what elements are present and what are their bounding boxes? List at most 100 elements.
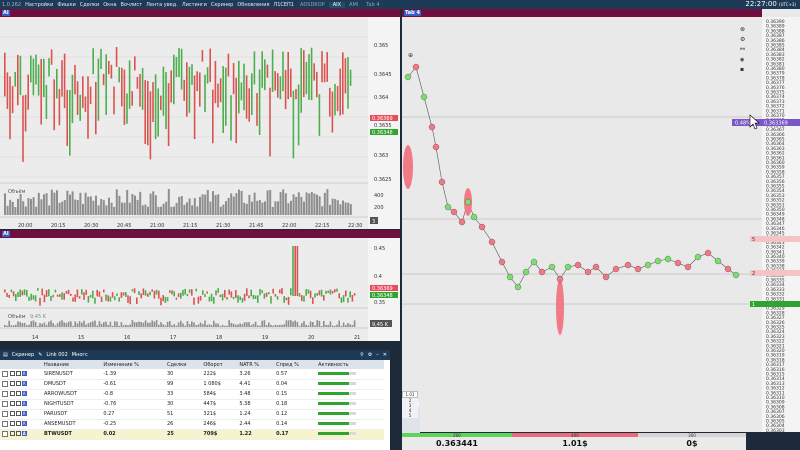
menu-screener[interactable]: Скринер <box>209 2 235 8</box>
chart-icon[interactable] <box>15 431 21 437</box>
col-spread[interactable]: Спред % <box>274 360 317 369</box>
edit-icon[interactable] <box>9 391 15 397</box>
crosshair-icon[interactable]: ⊕ <box>408 52 413 59</box>
ticker-name[interactable]: ARROWUSDT <box>42 389 102 400</box>
menu-account[interactable]: Л1СЕП1 <box>271 2 296 8</box>
candle <box>169 290 171 293</box>
row-checkbox[interactable] <box>2 410 8 417</box>
ticker-name[interactable]: DMUSDT <box>42 379 102 390</box>
table-row[interactable]: A SIRENUSDT -1.39 30 222$ 3.26 0.57 <box>0 369 384 380</box>
menu-chips[interactable]: Фишки <box>55 2 77 8</box>
volume-bar <box>27 198 30 215</box>
candle <box>248 88 250 122</box>
link-selector[interactable]: Link 002 <box>46 352 67 358</box>
edit-icon[interactable] <box>9 411 15 417</box>
footprint-chart-pane[interactable]: Tab 4 0.36390 0.36389 0.36388 0.36387 0.3638… <box>402 9 800 435</box>
edit-icon[interactable]: ✎ <box>38 352 42 358</box>
message-icon[interactable]: ▪ <box>740 66 744 73</box>
daily-candles-svg[interactable]: 0.45 0.4 0.35 0.36369 0.36348 Объём 9,45… <box>0 238 400 341</box>
chart-icon[interactable] <box>15 381 21 387</box>
ticker-name[interactable]: NIGHTUSDT <box>42 399 102 410</box>
tab-4[interactable]: Tab 4 <box>362 2 383 8</box>
ticker-name[interactable]: ANSEMUSDT <box>42 419 102 430</box>
minimize-icon[interactable]: – <box>376 352 379 358</box>
symbol-badge[interactable]: AI <box>2 10 10 16</box>
menu-listings[interactable]: Листинги <box>180 2 209 8</box>
filter-icon[interactable]: ⚲ <box>360 352 364 358</box>
row-checkbox[interactable] <box>2 430 8 437</box>
minute-candles-svg[interactable]: 0.36369 0.36348 0.365 0.3645 0.364 0.363… <box>0 17 400 229</box>
volume-bar <box>195 325 197 327</box>
menu-notifications[interactable]: Лента увед. <box>144 2 180 8</box>
volume-bar <box>279 324 281 327</box>
settings-icon[interactable]: ⚙ <box>740 36 745 43</box>
close-icon[interactable]: ⊗ <box>740 26 745 33</box>
tab-badge[interactable]: Tab 4 <box>404 10 421 16</box>
candle <box>58 88 61 126</box>
col-turnover[interactable]: Оборот <box>201 360 238 369</box>
edit-icon[interactable] <box>9 381 15 387</box>
row-checkbox[interactable] <box>2 380 8 387</box>
edit-icon[interactable] <box>9 421 15 427</box>
volume-bar <box>28 324 30 327</box>
chart-icon[interactable] <box>15 371 21 376</box>
edit-icon[interactable] <box>9 431 15 437</box>
col-change[interactable]: Изменение % <box>101 360 165 369</box>
lot-option[interactable]: 5 <box>402 413 418 418</box>
lot-option[interactable]: 1.01 <box>402 391 418 398</box>
candle <box>87 296 90 303</box>
volume-bar <box>340 325 343 327</box>
ticker-name[interactable]: SIRENUSDT <box>42 369 102 380</box>
volume-bar <box>10 325 13 327</box>
volume-bar <box>253 192 256 215</box>
settings-icon[interactable]: ⚙ <box>368 352 372 358</box>
table-row[interactable]: A ANSEMUSDT -0.25 26 246$ 2.44 0.14 <box>0 419 384 430</box>
volume-bar <box>155 320 158 327</box>
candle <box>213 296 215 304</box>
table-row[interactable]: A NIGHTUSDT -0.76 30 447$ 5.38 0.18 <box>0 399 384 410</box>
ticker-name[interactable]: PARUSDT <box>42 409 102 420</box>
symbol-badge[interactable]: AI <box>2 231 10 237</box>
volume-bar <box>259 325 261 327</box>
table-row[interactable]: A PARUSDT 0.27 51 321$ 1.24 0.12 <box>0 409 384 420</box>
row-checkbox[interactable] <box>2 390 8 397</box>
menu-watchlist[interactable]: Вочлист <box>119 2 145 8</box>
counter-icon[interactable]: ◉ <box>740 57 744 63</box>
row-checkbox[interactable] <box>2 420 8 427</box>
col-name[interactable]: Название <box>42 360 102 369</box>
edit-icon[interactable] <box>9 371 15 376</box>
table-row[interactable]: A DMUSDT -0.61 99 1 080$ 4.41 0.04 <box>0 379 384 390</box>
candle <box>89 86 92 105</box>
tab-ami[interactable]: AMI <box>345 2 362 8</box>
activity-bar <box>318 412 357 415</box>
volume-bar <box>149 193 152 215</box>
chart-icon[interactable] <box>15 411 21 417</box>
chart-icon[interactable] <box>15 391 21 397</box>
footprint-svg[interactable]: 0.363900.363890.363880.363870.363860.363… <box>402 17 800 432</box>
volume-bar <box>164 325 167 327</box>
tab-adsdrop[interactable]: ADSDROP <box>296 2 329 8</box>
col-activity[interactable]: Активность <box>316 360 384 369</box>
row-checkbox[interactable] <box>2 400 8 407</box>
tab-aix[interactable]: AIX <box>328 1 346 8</box>
chart-icon[interactable] <box>15 421 21 427</box>
mode-selector[interactable]: Многс <box>72 352 88 358</box>
candle <box>257 295 259 303</box>
menu-trades[interactable]: Сделки <box>78 2 102 8</box>
daily-chart-pane[interactable]: AI 0.45 0.4 0.35 0.36369 0.36348 Объём 9… <box>0 230 400 341</box>
table-row[interactable]: A ARROWUSDT -0.8 33 584$ 3.48 0.15 <box>0 389 384 400</box>
row-checkbox[interactable] <box>2 370 8 377</box>
minute-chart-pane[interactable]: AI 0.36369 0.36348 0.365 0.3645 0.364 0.… <box>0 9 400 229</box>
col-trades[interactable]: Сделки <box>164 360 202 369</box>
close-icon[interactable]: ✕ <box>383 352 387 358</box>
menu-settings[interactable]: Настройки <box>23 2 55 8</box>
link-icon[interactable]: ⚯ <box>740 46 745 53</box>
col-natr[interactable]: NATR % <box>237 360 275 369</box>
menu-windows[interactable]: Окна <box>101 2 118 8</box>
ticker-name[interactable]: BTWUSDT <box>42 429 102 440</box>
table-row[interactable]: A BTWUSDT 0.02 25 709$ 1.22 0.17 <box>0 429 384 440</box>
chart-icon[interactable] <box>15 401 21 407</box>
volume-bar <box>45 324 48 327</box>
edit-icon[interactable] <box>9 401 15 407</box>
menu-updates[interactable]: Обновления <box>235 2 271 8</box>
